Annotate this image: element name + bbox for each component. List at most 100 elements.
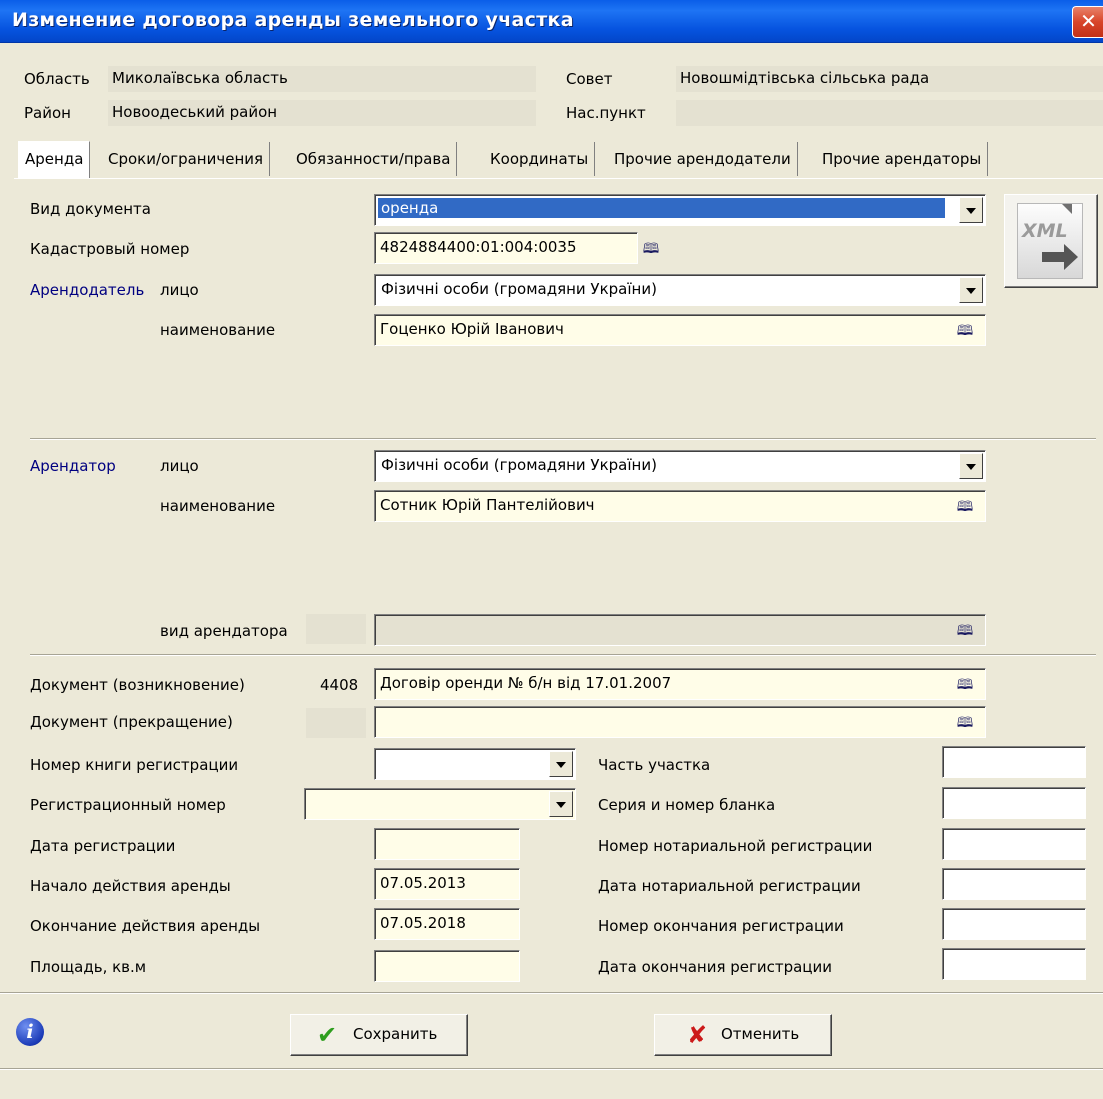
naspunkt-label: Нас.пункт [566,104,646,122]
save-button[interactable]: ✔ Сохранить [290,1014,468,1056]
tab-arenda[interactable]: Аренда [18,141,91,178]
blank-label: Серия и номер бланка [598,796,776,814]
lessee-kind-code [306,614,366,644]
doc-start-lookup-book-icon[interactable]: 🕮 [954,676,976,694]
close-button[interactable]: ✕ [1072,6,1103,38]
doc-type-select[interactable]: оренда [374,194,986,226]
end-reg-date-label: Дата окончания регистрации [598,958,833,976]
tab-prochie-arendatory[interactable]: Прочие арендаторы [816,142,989,176]
doc-start-value: Договір оренди № б/н від 17.01.2007 [380,674,672,692]
chevron-down-icon[interactable] [959,277,983,303]
lease-end-input[interactable]: 07.05.2018 [374,908,520,940]
lessee-kind-lookup-book-icon[interactable]: 🕮 [954,622,976,640]
lessee-name-label: наименование [160,497,276,515]
cadastral-value: 4824884400:01:004:0035 [380,238,577,256]
chevron-down-icon[interactable] [549,751,573,777]
lessee-person-value: Фізичні особи (громадяни України) [381,456,657,474]
lessor-name-input[interactable]: Гоценко Юрій Іванович [374,314,986,346]
part-input[interactable] [942,746,1086,778]
doc-start-label: Документ (возникновение) [30,676,245,694]
info-icon[interactable]: i [16,1018,44,1046]
lessor-label: Арендодатель [30,281,145,299]
lessee-kind-label: вид арендатора [160,622,288,640]
regdate-input[interactable] [374,828,520,860]
blank-input[interactable] [942,787,1086,819]
doc-end-label: Документ (прекращение) [30,713,233,731]
lease-start-label: Начало действия аренды [30,877,231,895]
rayon-value: Новоодеський район [112,103,278,121]
chevron-down-icon[interactable] [959,453,983,479]
status-bar [0,1068,1103,1099]
lessor-person-label: лицо [160,281,199,299]
lease-end-value: 07.05.2018 [380,914,466,932]
tab-koordinaty[interactable]: Координаты [484,142,596,176]
save-label: Сохранить [353,1025,438,1043]
close-icon: ✕ [1080,9,1097,33]
doc-end-input[interactable] [374,706,986,738]
end-reg-num-input[interactable] [942,908,1086,940]
lessor-person-value: Фізичні особи (громадяни України) [381,280,657,298]
footer-separator [0,992,1103,994]
doc-start-code: 4408 [320,676,359,694]
regbook-select[interactable] [374,748,576,780]
lease-end-label: Окончание действия аренды [30,917,261,935]
lessee-lookup-book-icon[interactable]: 🕮 [954,498,976,516]
end-reg-num-label: Номер окончания регистрации [598,917,844,935]
lessor-name-label: наименование [160,321,276,339]
notary-num-input[interactable] [942,828,1086,860]
lease-start-input[interactable]: 07.05.2013 [374,868,520,900]
lessee-person-select[interactable]: Фізичні особи (громадяни України) [374,450,986,482]
regnum-label: Регистрационный номер [30,796,226,814]
doc-start-input[interactable]: Договір оренди № б/н від 17.01.2007 [374,668,986,700]
oblast-field: Миколаївська область [108,66,536,92]
window-title: Изменение договора аренды земельного уча… [12,9,574,31]
lessee-kind-input[interactable] [374,614,986,646]
lessor-person-select[interactable]: Фізичні особи (громадяни України) [374,274,986,306]
lessee-person-label: лицо [160,457,199,475]
cadastral-lookup-book-icon[interactable]: 🕮 [640,240,662,258]
sovet-label: Совет [566,70,613,88]
lease-start-value: 07.05.2013 [380,874,466,892]
xml-export-button[interactable]: XML [1004,194,1098,288]
cancel-label: Отменить [721,1025,800,1043]
regbook-label: Номер книги регистрации [30,756,239,774]
regnum-select[interactable] [304,788,576,820]
chevron-down-icon[interactable] [959,197,983,223]
xml-export-icon: XML [1017,203,1083,279]
lessee-name-input[interactable]: Сотник Юрій Пантелійович [374,490,986,522]
oblast-value: Миколаївська область [112,69,288,87]
cadastral-label: Кадастровый номер [30,240,190,258]
cancel-button[interactable]: ✘ Отменить [654,1014,832,1056]
area-label: Площадь, кв.м [30,958,147,976]
doc-end-lookup-book-icon[interactable]: 🕮 [954,714,976,732]
notary-date-input[interactable] [942,868,1086,900]
end-reg-date-input[interactable] [942,948,1086,980]
doc-type-label: Вид документа [30,200,151,218]
lessor-lookup-book-icon[interactable]: 🕮 [954,322,976,340]
separator [30,438,1096,440]
lessee-label: Арендатор [30,457,116,475]
title-bar: Изменение договора аренды земельного уча… [0,0,1103,43]
lessor-name-value: Гоценко Юрій Іванович [380,320,564,338]
tab-sroki[interactable]: Сроки/ограничения [102,142,271,176]
cadastral-input[interactable]: 4824884400:01:004:0035 [374,232,638,264]
lessee-name-value: Сотник Юрій Пантелійович [380,496,595,514]
tab-prochie-arendodateli[interactable]: Прочие арендодатели [608,142,798,176]
naspunkt-field [676,100,1103,126]
area-input[interactable] [374,950,520,982]
tab-obyazannosti[interactable]: Обязанности/права [290,142,458,176]
separator [30,654,1096,656]
cross-icon: ✘ [687,1021,708,1049]
doc-end-code [306,708,366,738]
sovet-field: Новошмідтівська сільська рада [676,66,1103,92]
regdate-label: Дата регистрации [30,837,176,855]
oblast-label: Область [24,70,90,88]
part-label: Часть участка [598,756,711,774]
checkmark-icon: ✔ [317,1021,338,1049]
rayon-label: Район [24,104,71,122]
notary-num-label: Номер нотариальной регистрации [598,837,873,855]
chevron-down-icon[interactable] [549,791,573,817]
xml-label: XML [1022,220,1068,242]
rayon-field: Новоодеський район [108,100,536,126]
doc-type-value: оренда [378,198,945,218]
